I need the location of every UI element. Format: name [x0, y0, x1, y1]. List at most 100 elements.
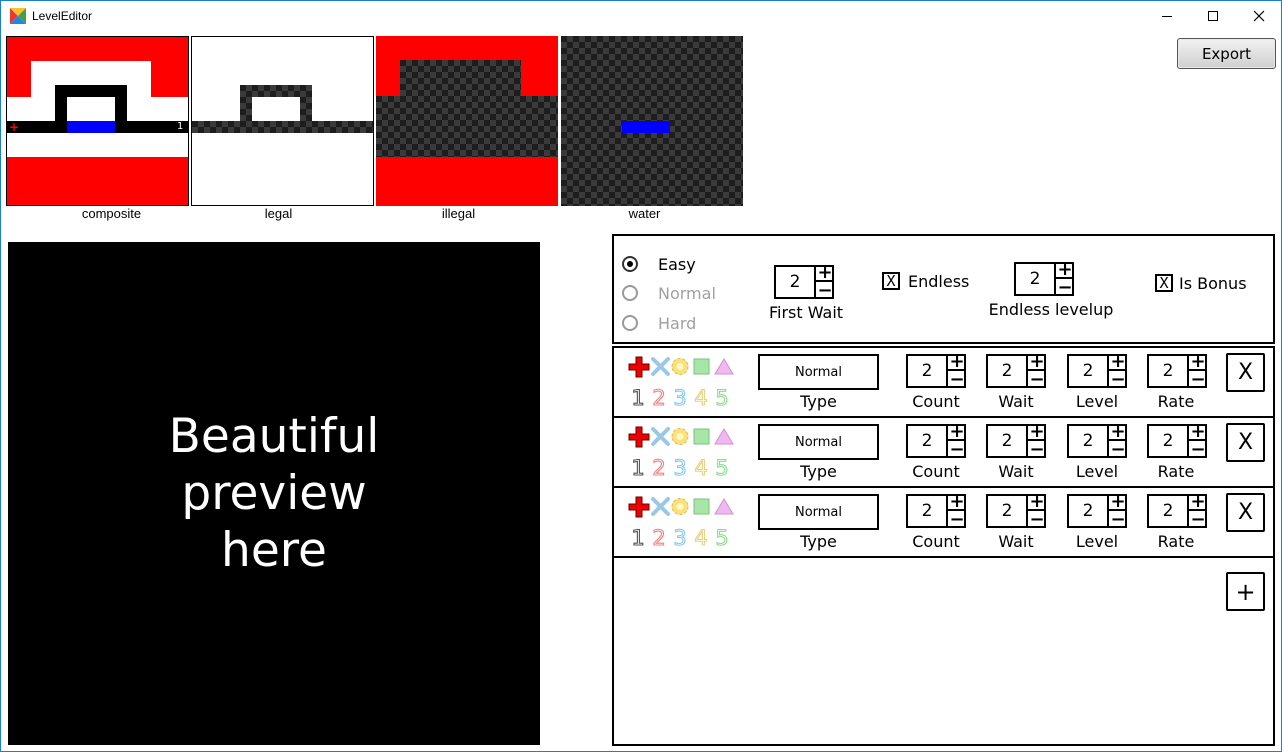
- wave-rate-value[interactable]: 2: [1149, 356, 1187, 386]
- remove-wave-button[interactable]: X: [1226, 423, 1265, 462]
- radio-normal[interactable]: [622, 285, 638, 301]
- difficulty-option-easy[interactable]: Easy: [622, 252, 696, 276]
- remove-wave-button[interactable]: X: [1226, 353, 1265, 392]
- wave-rate-decrement-button[interactable]: −: [1189, 440, 1207, 458]
- wave-wait-value[interactable]: 2: [988, 426, 1026, 456]
- composite-layer-thumbnail[interactable]: + 1: [6, 36, 189, 206]
- composite-layer-label: composite: [81, 206, 142, 221]
- wave-wait-decrement-button[interactable]: −: [1028, 370, 1046, 388]
- wave-rate-spinner[interactable]: 2 + −: [1147, 352, 1207, 388]
- wave-count-value[interactable]: 2: [908, 356, 946, 386]
- difficulty-option-hard[interactable]: Hard: [622, 311, 696, 335]
- green-square-icon[interactable]: [693, 498, 710, 515]
- wave-wait-spinner[interactable]: 2 + −: [986, 492, 1046, 528]
- wave-rate-spinner[interactable]: 2 + −: [1147, 492, 1207, 528]
- wave-rate-decrement-button[interactable]: −: [1189, 370, 1207, 388]
- enemy-number-1: 1: [631, 456, 644, 480]
- maximize-button[interactable]: [1190, 1, 1236, 31]
- pink-triangle-icon[interactable]: [714, 358, 734, 375]
- enemy-selector[interactable]: 1 2 3 4 5: [628, 426, 738, 480]
- export-button[interactable]: Export: [1177, 38, 1276, 69]
- wave-count-decrement-button[interactable]: −: [948, 510, 966, 528]
- wave-count-decrement-button[interactable]: −: [948, 370, 966, 388]
- difficulty-option-normal[interactable]: Normal: [622, 281, 716, 305]
- add-wave-button[interactable]: +: [1226, 572, 1265, 611]
- wave-level-value[interactable]: 2: [1069, 426, 1107, 456]
- wave-wait-value[interactable]: 2: [988, 496, 1026, 526]
- blue-x-icon[interactable]: [651, 427, 670, 446]
- endless-levelup-value[interactable]: 2: [1016, 264, 1054, 294]
- blue-x-icon[interactable]: [651, 357, 670, 376]
- endless-checkbox[interactable]: X: [882, 272, 900, 290]
- wave-wait-decrement-button[interactable]: −: [1028, 510, 1046, 528]
- wave-row: 1 2 3 4 5 Normal Type 2 + − Count 2 + − …: [614, 348, 1273, 418]
- enemy-number-3: 3: [673, 456, 686, 480]
- first-wait-decrement-button[interactable]: −: [816, 281, 834, 299]
- legal-layer-thumbnail[interactable]: [191, 36, 374, 206]
- wave-rate-value[interactable]: 2: [1149, 426, 1187, 456]
- wave-rate-label: Rate: [1157, 532, 1195, 551]
- is-bonus-checkbox[interactable]: X: [1155, 274, 1173, 292]
- wave-count-decrement-button[interactable]: −: [948, 440, 966, 458]
- first-wait-spinner[interactable]: 2 + −: [774, 263, 834, 299]
- wave-count-spinner[interactable]: 2 + −: [906, 352, 966, 388]
- wave-count-spinner[interactable]: 2 + −: [906, 422, 966, 458]
- yellow-flower-icon[interactable]: [671, 358, 689, 375]
- wave-count-label: Count: [912, 532, 960, 551]
- wave-level-decrement-button[interactable]: −: [1109, 510, 1127, 528]
- enemy-selector[interactable]: 1 2 3 4 5: [628, 356, 738, 410]
- wave-count-value[interactable]: 2: [908, 426, 946, 456]
- endless-label: Endless: [908, 272, 970, 291]
- pink-triangle-icon[interactable]: [714, 498, 734, 515]
- wave-count-value[interactable]: 2: [908, 496, 946, 526]
- wave-wait-spinner[interactable]: 2 + −: [986, 352, 1046, 388]
- minimize-icon: [1162, 16, 1172, 17]
- yellow-flower-icon[interactable]: [671, 498, 689, 515]
- blue-x-icon[interactable]: [651, 497, 670, 516]
- wave-type-selector[interactable]: Normal: [758, 354, 879, 390]
- close-button[interactable]: [1236, 1, 1282, 31]
- wave-level-decrement-button[interactable]: −: [1109, 370, 1127, 388]
- wave-wait-value[interactable]: 2: [988, 356, 1026, 386]
- enemy-selector[interactable]: 1 2 3 4 5: [628, 496, 738, 550]
- wave-level-value[interactable]: 2: [1069, 356, 1107, 386]
- endless-levelup-decrement-button[interactable]: −: [1056, 278, 1074, 296]
- window-title: LevelEditor: [32, 9, 93, 23]
- wave-rate-decrement-button[interactable]: −: [1189, 510, 1207, 528]
- first-wait-label: First Wait: [768, 303, 844, 322]
- wave-rate-value[interactable]: 2: [1149, 496, 1187, 526]
- radio-hard[interactable]: [622, 315, 638, 331]
- close-icon: [1253, 10, 1265, 22]
- green-square-icon[interactable]: [693, 358, 710, 375]
- wave-level-spinner[interactable]: 2 + −: [1067, 492, 1127, 528]
- wave-wait-label: Wait: [998, 392, 1034, 411]
- wave-type-selector[interactable]: Normal: [758, 494, 879, 530]
- wave-level-decrement-button[interactable]: −: [1109, 440, 1127, 458]
- wave-rate-spinner[interactable]: 2 + −: [1147, 422, 1207, 458]
- enemy-number-2: 2: [652, 526, 665, 550]
- yellow-flower-icon[interactable]: [671, 428, 689, 445]
- wave-level-spinner[interactable]: 2 + −: [1067, 422, 1127, 458]
- wave-level-spinner[interactable]: 2 + −: [1067, 352, 1127, 388]
- water-layer-thumbnail[interactable]: [561, 36, 743, 206]
- red-cross-icon[interactable]: [628, 426, 650, 448]
- wave-wait-decrement-button[interactable]: −: [1028, 440, 1046, 458]
- endless-levelup-spinner[interactable]: 2 + −: [1014, 260, 1074, 296]
- red-cross-icon[interactable]: [628, 496, 650, 518]
- wave-wait-spinner[interactable]: 2 + −: [986, 422, 1046, 458]
- red-cross-icon[interactable]: [628, 356, 650, 378]
- remove-wave-button[interactable]: X: [1226, 493, 1265, 532]
- enemy-number-5: 5: [715, 526, 728, 550]
- wave-type-selector[interactable]: Normal: [758, 424, 879, 460]
- illegal-layer-thumbnail[interactable]: [376, 36, 558, 206]
- wave-count-spinner[interactable]: 2 + −: [906, 492, 966, 528]
- pink-triangle-icon[interactable]: [714, 428, 734, 445]
- green-square-icon[interactable]: [693, 428, 710, 445]
- wave-level-value[interactable]: 2: [1069, 496, 1107, 526]
- legal-layer-label: legal: [264, 206, 293, 221]
- wave-wait-label: Wait: [998, 532, 1034, 551]
- minimize-button[interactable]: [1144, 1, 1190, 31]
- first-wait-value[interactable]: 2: [776, 267, 814, 297]
- radio-easy[interactable]: [622, 256, 638, 272]
- water-layer-label: water: [628, 206, 661, 221]
